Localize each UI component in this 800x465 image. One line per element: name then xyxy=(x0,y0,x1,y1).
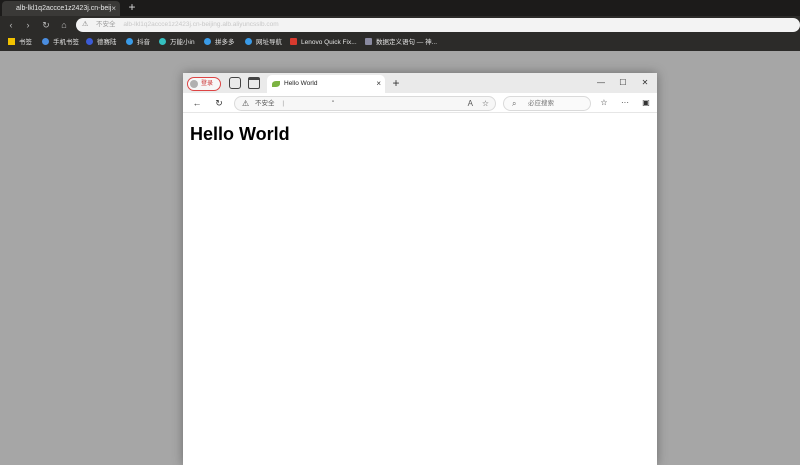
bookmark-item[interactable]: 德赛陆 xyxy=(86,34,117,51)
inner-browser-window: 登录 Hello World × + — ☐ ✕ ← ↻ ⚠ 不安全 | " A… xyxy=(183,73,657,465)
back-arrow-icon[interactable]: ← xyxy=(190,95,204,111)
reload-icon[interactable]: ↻ xyxy=(212,95,226,111)
outer-warning-icon: ⚠ xyxy=(82,21,89,28)
bookmark-item[interactable]: 手机书签 xyxy=(42,34,79,51)
favorites-icon[interactable]: ☆ xyxy=(597,95,611,111)
outer-new-tab-button[interactable]: + xyxy=(125,0,139,16)
outer-insecure-label: 不安全 xyxy=(96,21,116,28)
globe-icon xyxy=(204,38,211,46)
inner-address-bar[interactable]: ⚠ 不安全 | " A ☆ xyxy=(234,96,496,111)
address-text: " xyxy=(331,100,335,107)
outer-home-icon[interactable]: ⌂ xyxy=(57,16,71,34)
search-icon: ⌕ xyxy=(512,99,517,108)
outer-reload-icon[interactable]: ↻ xyxy=(39,16,53,34)
doc-icon xyxy=(365,38,372,46)
collections-icon[interactable] xyxy=(229,77,241,89)
profile-button[interactable]: 登录 xyxy=(187,77,221,91)
bookmark-item[interactable]: 拼多多 xyxy=(204,34,235,51)
inner-toolbar: ← ↻ ⚠ 不安全 | " A ☆ ⌕ 必应搜索 ☆ ··· ▣ xyxy=(183,93,657,113)
outer-toolbar: ‹ › ↻ ⌂ ⚠ 不安全 alb-lkl1q2accce1z2423j.cn-… xyxy=(0,16,800,34)
outer-tab-bar: alb-lkl1q2accce1z2423j.cn-beij × + xyxy=(0,0,800,16)
page-content: Hello World xyxy=(183,114,657,465)
tab-actions-icon[interactable] xyxy=(248,77,260,89)
outer-address-url: alb-lkl1q2accce1z2423j.cn-beijing.alb.al… xyxy=(123,21,279,28)
bookmark-item[interactable]: 网址导航 xyxy=(245,34,282,51)
minimize-icon[interactable]: — xyxy=(593,75,609,91)
outer-tab-title: alb-lkl1q2accce1z2423j.cn-beij xyxy=(16,5,112,12)
bookmark-item[interactable]: 数据定义语句 — 神... xyxy=(365,34,437,51)
more-menu-icon[interactable]: ··· xyxy=(618,95,632,111)
sidebar-icon[interactable]: ▣ xyxy=(639,95,653,111)
outer-forward-icon[interactable]: › xyxy=(21,16,35,34)
bookmark-item[interactable]: 万能小in xyxy=(159,34,195,51)
outer-back-icon[interactable]: ‹ xyxy=(4,16,18,34)
search-box[interactable]: ⌕ 必应搜索 xyxy=(503,96,591,111)
window-close-icon[interactable]: ✕ xyxy=(637,75,653,91)
bookmark-item[interactable]: Lenovo Quick Fix... xyxy=(290,34,357,51)
bookmark-item[interactable]: 书签 xyxy=(8,34,32,51)
insecure-label: 不安全 xyxy=(255,100,275,107)
read-aloud-icon[interactable]: A xyxy=(468,97,473,110)
inner-tab-title: Hello World xyxy=(284,80,318,87)
bookmarks-bar: 书签 手机书签 德赛陆 抖音 万能小in 拼多多 网址导航 Lenovo Qui… xyxy=(0,34,800,51)
outer-tab-active[interactable]: alb-lkl1q2accce1z2423j.cn-beij × xyxy=(2,1,120,16)
favorite-star-icon[interactable]: ☆ xyxy=(482,97,489,110)
globe-icon xyxy=(126,38,133,46)
profile-label: 登录 xyxy=(201,81,214,87)
search-placeholder: 必应搜索 xyxy=(528,100,554,107)
address-separator: | xyxy=(282,100,285,107)
lenovo-icon xyxy=(290,38,297,46)
globe-icon xyxy=(245,38,252,46)
outer-address-bar[interactable]: ⚠ 不安全 alb-lkl1q2accce1z2423j.cn-beijing.… xyxy=(76,18,800,32)
site-icon xyxy=(86,38,93,46)
outer-tab-close-icon[interactable]: × xyxy=(111,1,116,16)
maximize-icon[interactable]: ☐ xyxy=(615,75,631,91)
page-heading: Hello World xyxy=(190,124,290,144)
leaf-favicon-icon xyxy=(272,81,280,87)
inner-tab-bar: 登录 Hello World × + — ☐ ✕ xyxy=(183,73,657,93)
inner-new-tab-button[interactable]: + xyxy=(389,75,403,91)
folder-icon xyxy=(42,38,49,46)
inner-tab-active[interactable]: Hello World × xyxy=(267,75,385,93)
star-icon xyxy=(8,38,15,46)
avatar-icon xyxy=(190,80,198,88)
inner-tab-close-icon[interactable]: × xyxy=(376,75,381,93)
site-icon xyxy=(159,38,166,46)
warning-icon: ⚠ xyxy=(242,99,250,108)
bookmark-item[interactable]: 抖音 xyxy=(126,34,150,51)
